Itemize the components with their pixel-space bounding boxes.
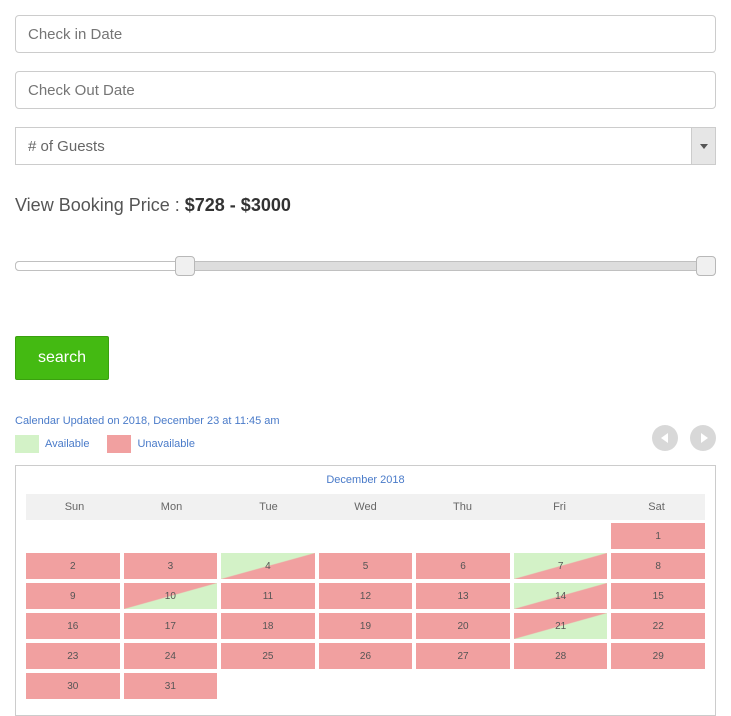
calendar-day[interactable]: 17 <box>124 613 218 639</box>
calendar-day[interactable]: 5 <box>319 553 413 579</box>
calendar-day[interactable]: 21 <box>514 613 608 639</box>
calendar-weekday: Tue <box>220 494 317 520</box>
calendar-day[interactable]: 16 <box>26 613 120 639</box>
calendar-day[interactable]: 1 <box>611 523 705 549</box>
calendar-day[interactable]: 11 <box>221 583 315 609</box>
calendar-day[interactable]: 23 <box>26 643 120 669</box>
calendar-day[interactable]: 22 <box>611 613 705 639</box>
checkin-input[interactable] <box>15 15 716 53</box>
calendar-day[interactable]: 10 <box>124 583 218 609</box>
guests-select[interactable]: # of Guests <box>15 127 716 165</box>
calendar-day[interactable]: 25 <box>221 643 315 669</box>
calendar-weekday: Thu <box>414 494 511 520</box>
calendar-cell-empty <box>26 523 120 549</box>
calendar-day[interactable]: 30 <box>26 673 120 699</box>
calendar-day[interactable]: 4 <box>221 553 315 579</box>
calendar-cell-empty <box>416 523 510 549</box>
calendar-cell-empty <box>221 523 315 549</box>
search-button[interactable]: search <box>15 336 109 380</box>
calendar-weekday: Sun <box>26 494 123 520</box>
calendar-day[interactable]: 12 <box>319 583 413 609</box>
calendar-day[interactable]: 27 <box>416 643 510 669</box>
calendar-day[interactable]: 20 <box>416 613 510 639</box>
calendar-weekday: Wed <box>317 494 414 520</box>
calendar-day[interactable]: 2 <box>26 553 120 579</box>
calendar-weekday: Mon <box>123 494 220 520</box>
calendar-day[interactable]: 19 <box>319 613 413 639</box>
booking-price-label: View Booking Price : $728 - $3000 <box>15 195 716 216</box>
checkout-input[interactable] <box>15 71 716 109</box>
calendar-updated: Calendar Updated on 2018, December 23 at… <box>15 415 716 427</box>
calendar-day[interactable]: 29 <box>611 643 705 669</box>
calendar-day[interactable]: 31 <box>124 673 218 699</box>
price-slider[interactable] <box>15 256 716 276</box>
slider-handle-max[interactable] <box>696 256 716 276</box>
calendar-day[interactable]: 26 <box>319 643 413 669</box>
slider-handle-min[interactable] <box>175 256 195 276</box>
calendar-cell-empty <box>319 523 413 549</box>
legend-swatch-available <box>15 435 39 453</box>
calendar-day[interactable]: 8 <box>611 553 705 579</box>
calendar-title: December 2018 <box>26 474 705 486</box>
legend-available: Available <box>45 438 89 450</box>
calendar-day[interactable]: 6 <box>416 553 510 579</box>
calendar: December 2018 SunMonTueWedThuFriSat 1234… <box>15 465 716 716</box>
calendar-day[interactable]: 13 <box>416 583 510 609</box>
calendar-day[interactable]: 7 <box>514 553 608 579</box>
calendar-cell-empty <box>514 523 608 549</box>
calendar-day[interactable]: 15 <box>611 583 705 609</box>
calendar-day[interactable]: 28 <box>514 643 608 669</box>
calendar-day[interactable]: 24 <box>124 643 218 669</box>
calendar-day[interactable]: 18 <box>221 613 315 639</box>
calendar-day[interactable]: 3 <box>124 553 218 579</box>
calendar-day[interactable]: 9 <box>26 583 120 609</box>
legend-unavailable: Unavailable <box>137 438 194 450</box>
calendar-next-icon[interactable] <box>690 425 716 451</box>
legend-swatch-unavailable <box>107 435 131 453</box>
calendar-prev-icon[interactable] <box>652 425 678 451</box>
calendar-day[interactable]: 14 <box>514 583 608 609</box>
calendar-weekday: Fri <box>511 494 608 520</box>
calendar-weekday: Sat <box>608 494 705 520</box>
calendar-cell-empty <box>124 523 218 549</box>
